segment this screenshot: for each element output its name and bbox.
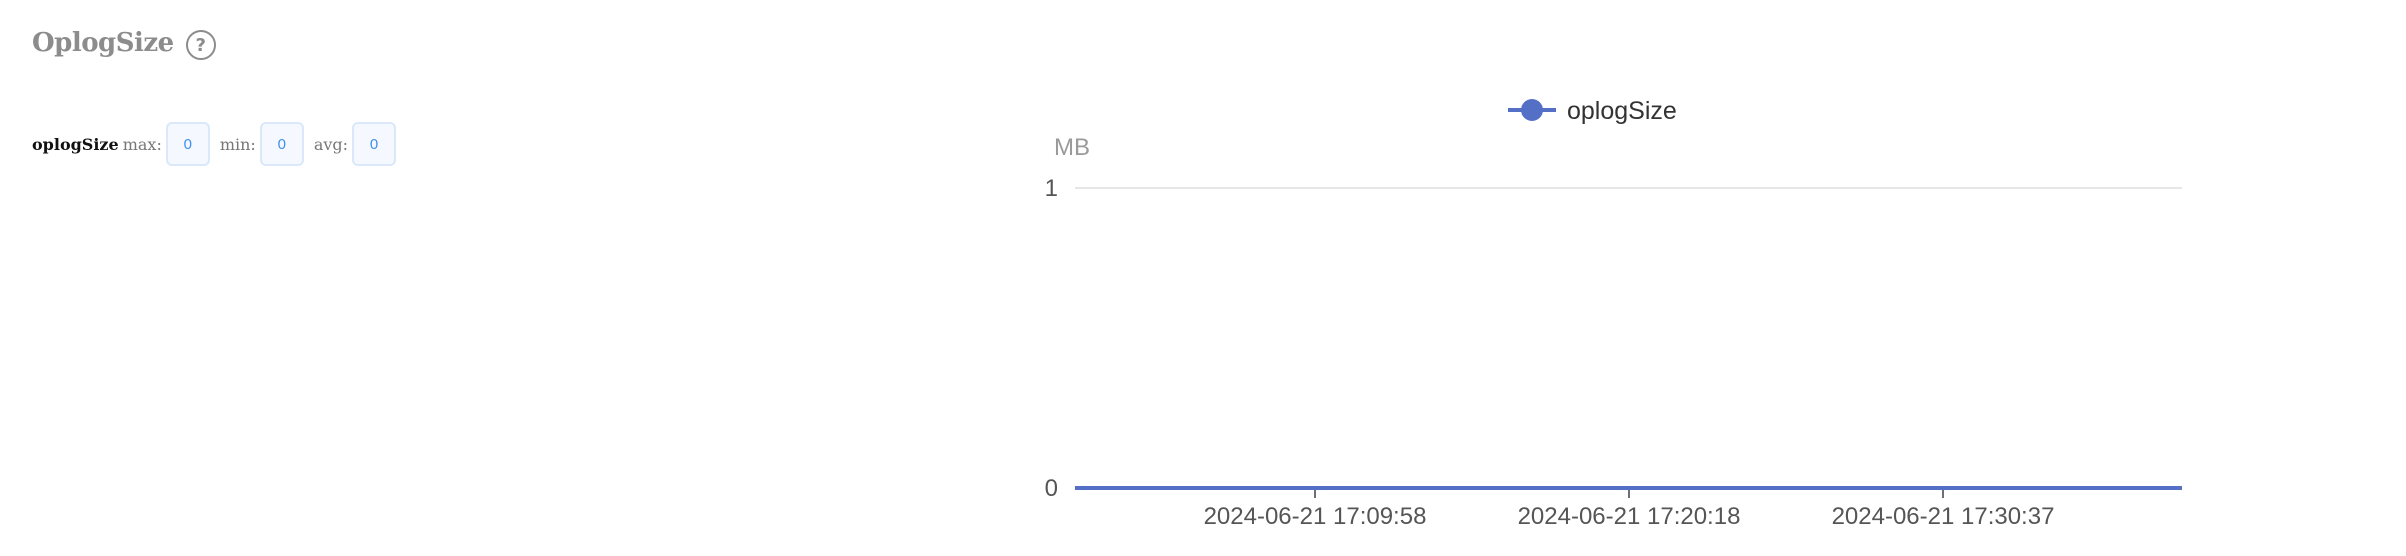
legend-marker [1521, 99, 1543, 121]
y-axis-unit-label: MB [1054, 134, 1090, 161]
y-axis-ticks: 01 [1045, 175, 1058, 502]
x-tick-label: 2024-06-21 17:20:18 [1518, 503, 1741, 530]
legend-label: oplogSize [1567, 97, 1677, 125]
x-axis: 2024-06-21 17:09:58 2024-06-21 17:20:18 20… [1075, 487, 2182, 530]
x-tick-label: 2024-06-21 17:09:58 [1204, 503, 1427, 530]
oplogsize-panel: OplogSize ? oplogSize max: 0 min: 0 avg:… [0, 0, 2406, 556]
y-tick-label: 1 [1045, 175, 1058, 202]
oplogsize-line-chart: oplogSize MB 01 2024-06-21 17:09:58 2024-… [1045, 97, 2182, 530]
chart-legend[interactable]: oplogSize [1508, 97, 1677, 125]
y-tick-label: 0 [1045, 475, 1058, 502]
x-tick-label: 2024-06-21 17:30:37 [1832, 503, 2055, 530]
